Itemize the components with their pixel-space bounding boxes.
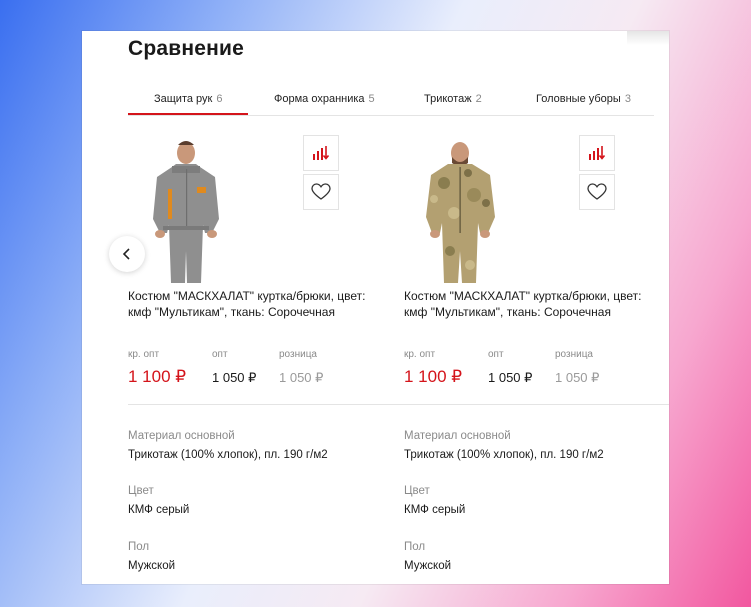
tab-zashchita-ruk[interactable]: Защита рук 6 [154, 93, 222, 105]
price-label-retail: розница [555, 349, 593, 360]
attr-value-color: КМФ серый [128, 504, 190, 516]
price-label-wholesale-small: кр. опт [404, 349, 436, 360]
favorite-button[interactable] [303, 174, 339, 210]
section-divider [128, 404, 669, 405]
price-label-wholesale-small: кр. опт [128, 349, 160, 360]
compare-panel: Сравнение Защита рук 6 Форма охранника 5 Т… [82, 31, 669, 584]
tab-trikotazh[interactable]: Трикотаж 2 [424, 93, 482, 105]
heart-icon [587, 183, 607, 200]
price-label-wholesale: опт [488, 349, 504, 360]
compare-button[interactable] [303, 135, 339, 171]
tab-golovnye-ubory[interactable]: Головные уборы 3 [536, 93, 631, 105]
attr-value-material: Трикотаж (100% хлопок), пл. 190 г/м2 [404, 449, 604, 461]
tab-count: 3 [624, 93, 631, 105]
attr-value-gender: Мужской [404, 560, 452, 572]
price-wholesale-small: 1 100 ₽ [404, 367, 463, 386]
tab-label: Трикотаж [424, 93, 472, 105]
page-title: Сравнение [128, 37, 245, 60]
price-wholesale: 1 050 ₽ [212, 370, 257, 385]
compare-chart-icon [589, 146, 606, 160]
attr-label-color: Цвет [128, 485, 154, 497]
compare-button[interactable] [579, 135, 615, 171]
active-tab-indicator [128, 113, 248, 115]
price-retail: 1 050 ₽ [555, 370, 600, 385]
attr-label-gender: Пол [128, 541, 150, 553]
attr-label-color: Цвет [404, 485, 430, 497]
tab-label: Форма охранника [274, 93, 365, 105]
tab-label: Защита рук [154, 93, 213, 105]
attr-label-material: Материал основной [128, 430, 235, 442]
tab-count: 2 [475, 93, 482, 105]
attr-label-material: Материал основной [404, 430, 511, 442]
tab-count: 6 [216, 93, 223, 105]
product-name[interactable]: Костюм "МАСКХАЛАТ" куртка/брюки, цвет: к… [404, 289, 644, 320]
compare-chart-icon [313, 146, 330, 160]
tab-label: Головные уборы [536, 93, 621, 105]
tab-count: 5 [368, 93, 375, 105]
price-wholesale: 1 050 ₽ [488, 370, 533, 385]
favorite-button[interactable] [579, 174, 615, 210]
attr-label-gender: Пол [404, 541, 426, 553]
tab-forma-okhrannika[interactable]: Форма охранника 5 [274, 93, 375, 105]
product-name[interactable]: Костюм "МАСКХАЛАТ" куртка/брюки, цвет: к… [128, 289, 368, 320]
price-wholesale-small: 1 100 ₽ [128, 367, 187, 386]
heart-icon [311, 183, 331, 200]
attr-value-gender: Мужской [128, 560, 176, 572]
attr-value-material: Трикотаж (100% хлопок), пл. 190 г/м2 [128, 449, 328, 461]
attr-value-color: КМФ серый [404, 504, 466, 516]
price-label-wholesale: опт [212, 349, 228, 360]
panel-edge-shadow [627, 31, 669, 45]
price-label-retail: розница [279, 349, 317, 360]
category-tabs: Защита рук 6 Форма охранника 5 Трикотаж 2 Г… [128, 87, 654, 116]
price-retail: 1 050 ₽ [279, 370, 324, 385]
